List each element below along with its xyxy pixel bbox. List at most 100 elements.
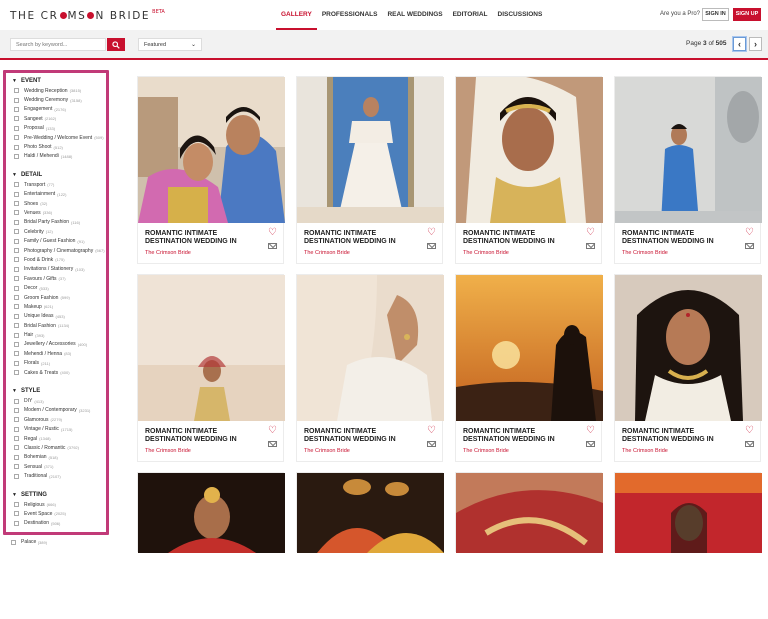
filter-option[interactable]: Event Space (2025)	[12, 509, 106, 518]
filter-option[interactable]: Engagement (2176)	[12, 105, 106, 114]
gallery-card[interactable]: ROMANTIC INTIMATE DESTINATION WEDDING IN…	[455, 274, 603, 462]
filter-option[interactable]: Jewellery / Accessories (400)	[12, 340, 106, 349]
checkbox[interactable]	[11, 539, 16, 545]
filter-option[interactable]: Haldi / Mehendi (1488)	[12, 152, 106, 161]
filter-option[interactable]: Traditional (2107)	[12, 471, 106, 480]
gallery-card[interactable]	[137, 472, 285, 553]
filter-option[interactable]: Hair (393)	[12, 330, 106, 339]
checkbox[interactable]	[14, 116, 19, 122]
checkbox[interactable]	[14, 182, 19, 188]
heart-icon[interactable]: ♡	[268, 228, 277, 238]
gallery-photo[interactable]	[297, 77, 444, 223]
filter-option[interactable]: Transport (77)	[12, 180, 106, 189]
filter-option[interactable]: Decor (533)	[12, 283, 106, 292]
checkbox[interactable]	[14, 502, 19, 508]
gallery-photo[interactable]	[456, 275, 603, 421]
checkbox[interactable]	[14, 285, 19, 291]
filter-option[interactable]: Unique Ideas (453)	[12, 312, 106, 321]
checkbox[interactable]	[14, 417, 19, 423]
mail-icon[interactable]	[268, 243, 277, 249]
checkbox[interactable]	[14, 191, 19, 197]
filter-option[interactable]: Photo Shoot (512)	[12, 142, 106, 151]
checkbox[interactable]	[14, 398, 19, 404]
checkbox[interactable]	[14, 341, 19, 347]
checkbox[interactable]	[14, 351, 19, 357]
checkbox[interactable]	[14, 332, 19, 338]
filter-option[interactable]: Glamorous (2279)	[12, 415, 106, 424]
filter-option[interactable]: Destination (506)	[12, 519, 106, 528]
card-title[interactable]: ROMANTIC INTIMATE DESTINATION WEDDING IN	[145, 428, 260, 444]
filter-option[interactable]: Bohemian (518)	[12, 453, 106, 462]
checkbox[interactable]	[14, 426, 19, 432]
filter-option[interactable]: Favours / Gifts (37)	[12, 274, 106, 283]
card-title[interactable]: ROMANTIC INTIMATE DESTINATION WEDDING IN	[304, 428, 419, 444]
filter-option[interactable]: Bridal Party Fashion (116)	[12, 218, 106, 227]
gallery-card[interactable]	[614, 472, 762, 553]
checkbox[interactable]	[14, 407, 19, 413]
checkbox[interactable]	[14, 229, 19, 235]
checkbox[interactable]	[14, 276, 19, 282]
checkbox[interactable]	[14, 219, 19, 225]
search-button[interactable]	[107, 38, 125, 51]
heart-icon[interactable]: ♡	[427, 426, 436, 436]
checkbox[interactable]	[14, 144, 19, 150]
mail-icon[interactable]	[268, 441, 277, 447]
filter-heading-setting[interactable]: ▼ SETTING	[12, 490, 106, 500]
site-logo[interactable]: THE CR MS N BRIDE BETA	[10, 9, 165, 22]
filter-heading-style[interactable]: ▼ STYLE	[12, 386, 106, 396]
checkbox[interactable]	[14, 201, 19, 207]
gallery-card[interactable]: ROMANTIC INTIMATE DESTINATION WEDDING IN…	[296, 274, 444, 462]
heart-icon[interactable]: ♡	[268, 426, 277, 436]
card-source[interactable]: The Crimson Bride	[463, 448, 595, 454]
checkbox[interactable]	[14, 248, 19, 254]
checkbox[interactable]	[14, 257, 19, 263]
checkbox[interactable]	[14, 97, 19, 103]
filter-option[interactable]: Venues (336)	[12, 208, 106, 217]
card-source[interactable]: The Crimson Bride	[145, 448, 277, 454]
gallery-photo[interactable]	[615, 473, 762, 619]
mail-icon[interactable]	[745, 243, 754, 249]
checkbox[interactable]	[14, 238, 19, 244]
sign-up-button[interactable]: SIGN UP	[733, 8, 761, 21]
filter-option[interactable]: Proposal (133)	[12, 124, 106, 133]
gallery-card[interactable]: ROMANTIC INTIMATE DESTINATION WEDDING IN…	[137, 76, 285, 264]
filter-option[interactable]: Religious (666)	[12, 500, 106, 509]
previous-page-button[interactable]: ‹	[733, 37, 746, 51]
checkbox[interactable]	[14, 436, 19, 442]
heart-icon[interactable]: ♡	[745, 426, 754, 436]
gallery-photo[interactable]	[615, 77, 762, 223]
mail-icon[interactable]	[586, 243, 595, 249]
mail-icon[interactable]	[586, 441, 595, 447]
filter-option[interactable]: Cakes & Treats (400)	[12, 368, 106, 377]
card-title[interactable]: ROMANTIC INTIMATE DESTINATION WEDDING IN	[622, 230, 737, 246]
checkbox[interactable]	[14, 304, 19, 310]
gallery-card[interactable]: ROMANTIC INTIMATE DESTINATION WEDDING IN…	[137, 274, 285, 462]
filter-heading-detail[interactable]: ▼ DETAIL	[12, 170, 106, 180]
gallery-photo[interactable]	[138, 77, 285, 223]
filter-option[interactable]: Bridal Fashion (1134)	[12, 321, 106, 330]
nav-editorial[interactable]: EDITORIAL	[448, 0, 493, 30]
mail-icon[interactable]	[427, 441, 436, 447]
filter-option[interactable]: Mehendi / Henna (83)	[12, 349, 106, 358]
gallery-photo[interactable]	[615, 275, 762, 421]
filter-option[interactable]: Photography / Cinematography (567)	[12, 246, 106, 255]
checkbox[interactable]	[14, 473, 19, 479]
filter-option[interactable]: Classic / Romantic (3792)	[12, 443, 106, 452]
card-title[interactable]: ROMANTIC INTIMATE DESTINATION WEDDING IN	[304, 230, 419, 246]
gallery-photo[interactable]	[138, 275, 285, 421]
gallery-photo[interactable]	[456, 473, 603, 619]
filter-option[interactable]: Makeup (621)	[12, 302, 106, 311]
next-page-button[interactable]: ›	[749, 37, 762, 51]
card-title[interactable]: ROMANTIC INTIMATE DESTINATION WEDDING IN	[463, 428, 578, 444]
card-title[interactable]: ROMANTIC INTIMATE DESTINATION WEDDING IN	[145, 230, 260, 246]
filter-option[interactable]: Family / Guest Fashion (91)	[12, 236, 106, 245]
gallery-card[interactable]: ROMANTIC INTIMATE DESTINATION WEDDING IN…	[296, 76, 444, 264]
card-source[interactable]: The Crimson Bride	[145, 250, 277, 256]
checkbox[interactable]	[14, 370, 19, 376]
filter-option[interactable]: Wedding Ceremony (3158)	[12, 95, 106, 104]
checkbox[interactable]	[14, 511, 19, 517]
checkbox[interactable]	[14, 313, 19, 319]
filter-option[interactable]: Entertainment (122)	[12, 190, 106, 199]
sort-select[interactable]: Featured ⌄	[138, 38, 202, 51]
filter-option[interactable]: DIY (413)	[12, 396, 106, 405]
